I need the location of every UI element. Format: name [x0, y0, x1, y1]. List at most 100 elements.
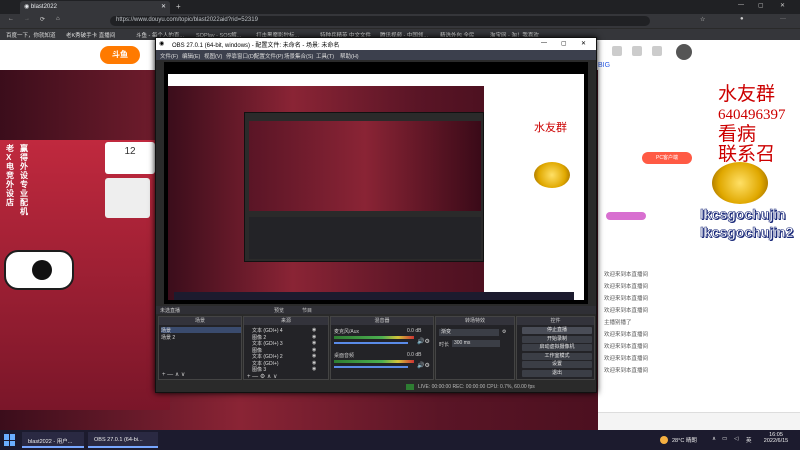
pc-client-button[interactable]: PC客户端 [642, 152, 692, 164]
chat-message: 欢迎来到本直播间 [604, 272, 649, 278]
transitions-dock-title: 转场特效 [436, 317, 514, 325]
exit-button[interactable]: 退出 [522, 369, 592, 377]
download-icon[interactable] [612, 46, 622, 56]
preview-label: 预览 [274, 308, 285, 314]
bookmark-item[interactable]: 百度一下，你就知道 [6, 31, 56, 39]
audio-mixer-dock: 混音器 麦克风/Aux 0.0 dB 🔊⚙ 桌面音频 0.0 dB 🔊⚙ [330, 316, 434, 380]
minimize-icon[interactable]: — [738, 2, 744, 8]
obs-maximize-icon[interactable]: ▢ [561, 40, 567, 47]
chat-input[interactable] [598, 412, 800, 430]
windows-taskbar: blast2022 - 用户... OBS 27.0.1 (64-bi... 2… [0, 430, 800, 450]
transition-settings-icon[interactable]: ⚙ [502, 329, 506, 335]
profile-icon[interactable]: ● [740, 16, 744, 22]
tab-close-icon[interactable]: ✕ [161, 3, 166, 10]
preview-overlay-text: 水友群 [534, 122, 567, 134]
source-item[interactable]: 文本 (GDI+) 4 [252, 327, 283, 334]
preview-site-header [168, 74, 484, 86]
scene-item[interactable]: 场景 2 [161, 334, 175, 341]
scene-add-icon[interactable]: + — ∧ ∨ [162, 371, 185, 378]
sources-dock-title: 来源 [244, 317, 328, 325]
controls-dock: 控件 停止直播 开始录制 启动虚拟摄像机 工作室模式 设置 退出 [516, 316, 595, 380]
mixer-volume-slider[interactable] [334, 342, 408, 344]
obs-window[interactable]: ◉ OBS 27.0.1 (64-bit, windows) - 配置文件: 未… [155, 37, 597, 393]
chat-message: 欢迎来到本直播间 [604, 308, 649, 314]
mixer-meter [334, 336, 414, 339]
forward-icon[interactable]: → [24, 16, 30, 22]
ime-indicator[interactable]: 英 [746, 436, 752, 444]
close-window-icon[interactable]: ✕ [780, 2, 785, 9]
new-tab-icon[interactable]: + [176, 2, 181, 11]
refresh-icon[interactable]: ⟳ [40, 16, 45, 23]
obs-minimize-icon[interactable]: — [541, 40, 547, 46]
menu-profile[interactable]: 配置文件(P) [254, 52, 283, 60]
obs-title-bar: ◉ OBS 27.0.1 (64-bit, windows) - 配置文件: 未… [156, 38, 596, 50]
source-item[interactable]: 文本 (GDI+) 2 [252, 353, 283, 360]
chat-message: 欢迎来到本直播间 [604, 332, 649, 338]
chat-message: 主播别播了 [604, 320, 632, 326]
mixer-channel-level: 0.0 dB [407, 352, 422, 358]
browser-tab-bar: ◉ blast2022 ✕ + — ▢ ✕ [0, 0, 800, 14]
mixer-mute-icon[interactable]: 🔊⚙ [417, 362, 430, 369]
history-icon[interactable] [632, 46, 642, 56]
source-item[interactable]: 图像 [252, 347, 262, 354]
volume-icon[interactable]: ◁ [734, 436, 738, 442]
source-visibility-icon[interactable]: ◉ ◉ ◉ ◉ ◉ ◉ ◉ [312, 327, 316, 373]
duration-input[interactable]: 300 ms [452, 340, 500, 347]
site-logo-icon[interactable]: 斗鱼 [100, 46, 140, 64]
sources-dock: 来源 文本 (GDI+) 4 图像 2 文本 (GDI+) 3 图像 文本 (G… [243, 316, 329, 380]
bookmark-item[interactable]: 老K秀破手卡 直播间 [66, 31, 115, 39]
address-input[interactable]: https://www.douyu.com/topic/blast2022aid… [110, 16, 650, 26]
home-icon[interactable]: ⌂ [56, 16, 60, 22]
weather-text[interactable]: 28°C 晴朗 [672, 436, 697, 444]
source-item[interactable]: 图像 2 [252, 334, 266, 341]
menu-help[interactable]: 帮助(H) [340, 52, 359, 60]
source-item[interactable]: 文本 (GDI+) [252, 360, 279, 367]
menu-view[interactable]: 视图(V) [204, 52, 222, 60]
taskbar-app-obs[interactable]: OBS 27.0.1 (64-bi... [88, 432, 158, 448]
left-vertical-text: 老X电竞外设店 [6, 144, 14, 207]
source-item[interactable]: 文本 (GDI+) 3 [252, 340, 283, 347]
overlay-line-3: 看病 [718, 124, 757, 145]
mixer-meter [334, 360, 414, 363]
live-indicator-icon [406, 384, 414, 390]
favorites-icon[interactable]: ☆ [700, 16, 705, 23]
obs-menu-bar: 文件(F) 编辑(E) 视图(V) 停靠窗口(D) 配置文件(P) 场景集合(S… [156, 50, 596, 60]
taskbar-app-browser[interactable]: blast2022 - 用户... [22, 432, 84, 448]
menu-tools[interactable]: 工具(T) [316, 52, 334, 60]
transition-select[interactable]: 渐变 [439, 329, 499, 336]
clock[interactable]: 16:05 2022/6/15 [760, 432, 792, 444]
back-icon[interactable]: ← [8, 16, 14, 22]
maximize-icon[interactable]: ▢ [758, 2, 764, 9]
cat-sticker-icon [105, 178, 150, 218]
source-add-icon[interactable]: + — ⚙ ∧ ∨ [247, 373, 277, 380]
overlay-name-1: lkcsgochujin [700, 206, 786, 223]
stop-streaming-button[interactable]: 停止直播 [522, 327, 592, 334]
question-coin-icon [712, 162, 768, 204]
obs-preview-canvas[interactable]: 水友群 [164, 62, 588, 304]
virtual-camera-button[interactable]: 启动虚拟摄像机 [522, 344, 592, 351]
browser-tab-active[interactable]: ◉ blast2022 ✕ [20, 1, 170, 14]
avatar[interactable] [676, 44, 692, 60]
start-recording-button[interactable]: 开始录制 [522, 335, 592, 343]
studio-mode-button[interactable]: 工作室模式 [522, 352, 592, 360]
scene-item[interactable]: 场景 [161, 327, 241, 334]
duration-label: 时长 [439, 342, 450, 348]
message-icon[interactable] [652, 46, 662, 56]
chat-message: 欢迎来到本直播间 [604, 368, 649, 374]
mixer-mute-icon[interactable]: 🔊⚙ [417, 338, 430, 345]
overlay-name-2: lkcsgochujin2 [700, 224, 794, 241]
more-menu-icon[interactable]: ··· [780, 16, 786, 22]
start-icon[interactable] [4, 434, 16, 446]
source-item[interactable]: 图像 3 [252, 366, 266, 373]
tile-count: 12 [124, 146, 136, 157]
settings-button[interactable]: 设置 [522, 361, 592, 368]
menu-scene-collection[interactable]: 场景集合(S) [284, 52, 313, 60]
mixer-volume-slider[interactable] [334, 366, 408, 368]
menu-edit[interactable]: 编辑(E) [182, 52, 200, 60]
scene-collection-label: 未选直播 [160, 308, 181, 314]
menu-docks[interactable]: 停靠窗口(D) [226, 52, 256, 60]
obs-close-icon[interactable]: ✕ [581, 40, 586, 47]
menu-file[interactable]: 文件(F) [160, 52, 178, 60]
network-icon[interactable]: ▭ [722, 436, 727, 442]
tray-expand-icon[interactable]: ∧ [712, 436, 716, 442]
